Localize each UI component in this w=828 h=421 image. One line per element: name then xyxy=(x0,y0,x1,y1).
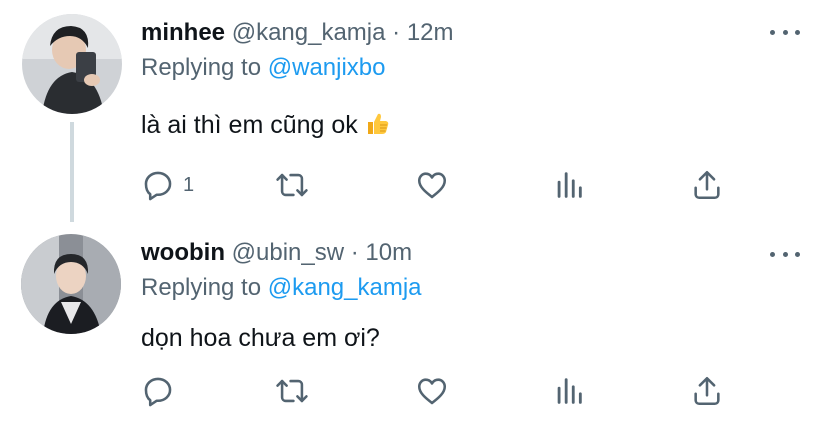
tweet-header: minhee @kang_kamja · 12m xyxy=(141,17,454,49)
replying-to-label: Replying to xyxy=(141,54,262,81)
analytics-button[interactable] xyxy=(552,165,586,205)
tweet-text-content: là ai thì em cũng ok xyxy=(141,111,358,139)
like-icon xyxy=(417,172,447,199)
share-icon xyxy=(694,170,720,200)
tweet-actions: 1 xyxy=(0,165,828,205)
replying-to-label: Replying to xyxy=(141,274,262,301)
separator-dot: · xyxy=(392,19,401,46)
tweet-text: là ai thì em cũng ok xyxy=(141,108,390,142)
reply-icon xyxy=(144,377,172,407)
share-button[interactable] xyxy=(690,371,724,411)
retweet-icon xyxy=(276,173,308,197)
share-button[interactable] xyxy=(690,165,724,205)
reply-button[interactable] xyxy=(141,371,175,411)
tweet[interactable]: minhee @kang_kamja · 12m Replying to @wa… xyxy=(0,0,828,222)
like-icon xyxy=(417,378,447,405)
stats-icon xyxy=(557,172,582,198)
reply-icon xyxy=(144,171,172,201)
more-icon[interactable] xyxy=(770,244,800,264)
timestamp[interactable]: 12m xyxy=(407,19,454,46)
tweet-text-content: dọn hoa chưa em ơi? xyxy=(141,324,380,352)
avatar[interactable] xyxy=(22,14,122,114)
separator-dot: · xyxy=(350,239,359,266)
display-name[interactable]: woobin xyxy=(141,239,225,266)
share-icon xyxy=(694,376,720,406)
display-name[interactable]: minhee xyxy=(141,19,225,46)
tweet[interactable]: woobin @ubin_sw · 10m Replying to @kang_… xyxy=(0,220,828,421)
tweet-text: dọn hoa chưa em ơi? xyxy=(141,321,380,355)
like-button[interactable] xyxy=(415,371,449,411)
reply-count: 1 xyxy=(183,173,195,196)
stats-icon xyxy=(557,378,582,404)
thumbs-up-icon xyxy=(364,111,390,146)
user-handle[interactable]: @ubin_sw xyxy=(232,239,344,266)
replying-to: Replying to @kang_kamja xyxy=(141,272,422,304)
reply-button[interactable]: 1 xyxy=(141,165,194,205)
avatar-photo xyxy=(21,234,121,334)
replying-to: Replying to @wanjixbo xyxy=(141,52,386,84)
retweet-button[interactable] xyxy=(275,371,309,411)
replying-to-mention[interactable]: @wanjixbo xyxy=(268,54,386,81)
avatar-photo xyxy=(22,14,122,114)
tweet-header: woobin @ubin_sw · 10m xyxy=(141,237,412,269)
timestamp[interactable]: 10m xyxy=(365,239,412,266)
replying-to-mention[interactable]: @kang_kamja xyxy=(268,274,422,301)
retweet-icon xyxy=(276,379,308,403)
analytics-button[interactable] xyxy=(552,371,586,411)
tweet-actions xyxy=(0,371,828,411)
reply-thread: minhee @kang_kamja · 12m Replying to @wa… xyxy=(0,0,828,421)
retweet-button[interactable] xyxy=(275,165,309,205)
like-button[interactable] xyxy=(415,165,449,205)
more-icon[interactable] xyxy=(770,22,800,42)
user-handle[interactable]: @kang_kamja xyxy=(232,19,386,46)
avatar[interactable] xyxy=(21,234,121,334)
